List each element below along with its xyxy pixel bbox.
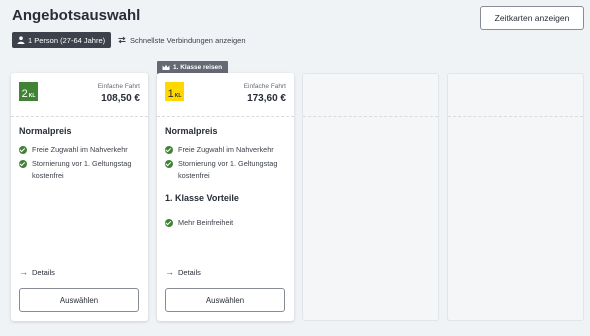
class-1-logo: 1 KL [165, 82, 184, 101]
crown-icon [162, 64, 170, 70]
tariff-title: Normalpreis [165, 126, 218, 136]
check-icon [19, 146, 27, 154]
fare-price: 173,60 € [247, 93, 286, 104]
check-icon [19, 160, 27, 168]
benefit-item: Stornierung vor 1. Geltungstag kostenfre… [19, 158, 144, 182]
benefit-text: Freie Zugwahl im Nahverkehr [32, 145, 128, 154]
benefit-text: Stornierung vor 1. Geltungstag kostenfre… [32, 159, 132, 180]
benefit-item: Freie Zugwahl im Nahverkehr [165, 144, 290, 156]
details-link[interactable]: → Details [165, 267, 201, 278]
first-class-benefits-title: 1. Klasse Vorteile [165, 193, 239, 203]
page-title: Angebotsauswahl [12, 7, 141, 24]
card-divider [448, 116, 583, 117]
offer-card-header: 2 KL Einfache Fahrt 108,50 € [11, 73, 148, 116]
fare-type-label: Einfache Fahrt [243, 83, 286, 90]
offer-card-second-class: 2 KL Einfache Fahrt 108,50 € Normalpreis … [11, 73, 148, 321]
check-icon [165, 219, 173, 227]
card-divider [157, 116, 294, 117]
traveler-chip-label: 1 Person (27-64 Jahre) [28, 35, 106, 45]
class-suffix: KL [174, 93, 182, 99]
traveler-chip[interactable]: 1 Person (27-64 Jahre) [12, 32, 112, 48]
details-label: Details [32, 268, 55, 277]
benefit-text: Stornierung vor 1. Geltungstag kostenfre… [178, 159, 278, 180]
offer-card-placeholder [447, 73, 584, 321]
details-link[interactable]: → Details [19, 267, 55, 278]
swap-arrows-icon [118, 36, 126, 44]
benefit-item: Freie Zugwahl im Nahverkehr [19, 144, 144, 156]
offer-card-header: 1 KL Einfache Fahrt 173,60 € [157, 73, 294, 116]
card-divider [11, 116, 148, 117]
offer-card-placeholder [302, 73, 439, 321]
class-suffix: KL [28, 93, 36, 99]
first-class-badge-label: 1. Klasse reisen [173, 64, 223, 71]
fast-connections-label: Schnellste Verbindungen anzeigen [130, 35, 246, 45]
zeitkarten-button[interactable]: Zeitkarten anzeigen [480, 6, 584, 30]
benefit-item: Mehr Beinfreiheit [165, 217, 290, 229]
benefit-item: Stornierung vor 1. Geltungstag kostenfre… [165, 158, 290, 182]
arrow-right-icon: → [19, 267, 28, 277]
benefit-text: Mehr Beinfreiheit [178, 218, 234, 227]
class-number: 1 [167, 88, 174, 100]
check-icon [165, 160, 173, 168]
arrow-right-icon: → [165, 267, 174, 277]
class-2-logo: 2 KL [19, 82, 38, 101]
benefit-text: Freie Zugwahl im Nahverkehr [178, 145, 274, 154]
card-divider [303, 116, 438, 117]
fare-type-label: Einfache Fahrt [97, 83, 140, 90]
class-number: 2 [21, 88, 28, 100]
fare-price: 108,50 € [101, 93, 140, 104]
fast-connections-toggle[interactable]: Schnellste Verbindungen anzeigen [118, 33, 246, 47]
select-offer-button[interactable]: Auswählen [19, 288, 139, 312]
check-icon [165, 146, 173, 154]
person-icon [17, 36, 25, 44]
tariff-title: Normalpreis [19, 126, 72, 136]
offer-card-first-class: 1 KL Einfache Fahrt 173,60 € Normalpreis … [157, 73, 294, 321]
select-offer-button[interactable]: Auswählen [165, 288, 285, 312]
details-label: Details [178, 268, 201, 277]
